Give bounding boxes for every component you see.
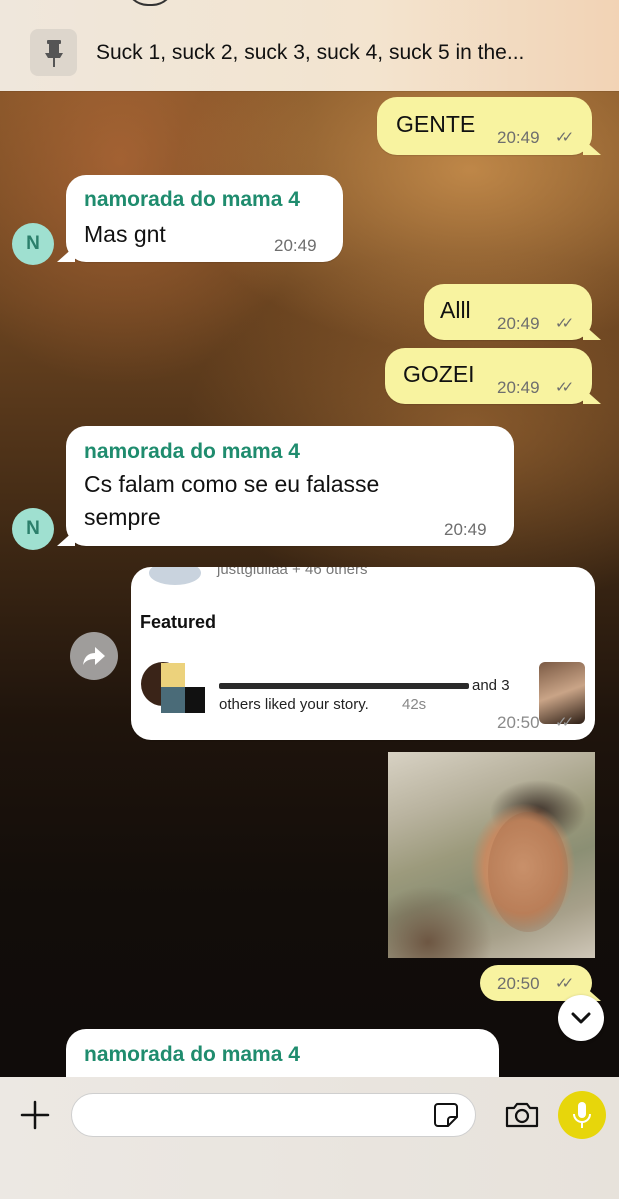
camera-button[interactable]: [503, 1098, 541, 1132]
message-text: Alll: [440, 297, 471, 323]
message-time: 20:49: [497, 128, 540, 147]
double-check-icon: ✓✓: [555, 315, 574, 332]
shared-notification-line-2: others liked your story.: [219, 696, 369, 713]
pushpin-icon: [30, 29, 77, 76]
message-time: 20:49: [497, 378, 540, 397]
forward-button[interactable]: [70, 632, 118, 680]
shared-section-title: Featured: [140, 612, 217, 632]
double-check-icon: ✓✓: [555, 714, 574, 731]
message-time: 20:50: [497, 713, 540, 732]
shared-avatar-tile-1: [161, 663, 185, 687]
scroll-to-bottom-button[interactable]: [558, 995, 604, 1041]
outgoing-message-bubble[interactable]: Alll 20:49 ✓✓: [424, 284, 601, 340]
message-time: 20:49: [497, 314, 540, 333]
message-time: 20:50: [497, 974, 540, 993]
shared-notification-age: 42s: [402, 696, 427, 713]
photo-subject: [488, 812, 568, 932]
shared-notification-line-1: and 3: [472, 677, 510, 694]
shared-likes-text: justtgiuliaa + 46 others: [217, 567, 368, 578]
avatar-initial: N: [26, 518, 40, 539]
redacted-username-bar: [219, 683, 469, 689]
incoming-message-bubble[interactable]: namorada do mama 4 Cs falam como se eu f…: [57, 426, 514, 546]
avatar-initial: N: [26, 233, 40, 254]
message-text: Mas gnt: [84, 221, 166, 247]
incoming-message-bubble[interactable]: namorada do mama 4 Mas gnt 20:49: [57, 175, 343, 262]
shared-screenshot-bubble[interactable]: justtgiuliaa + 46 others Featured and 3 …: [131, 567, 595, 740]
message-text-line-2: sempre: [84, 504, 161, 530]
sticker-button[interactable]: [430, 1099, 462, 1131]
shared-avatars: [149, 567, 201, 585]
sender-avatar[interactable]: N: [12, 508, 54, 550]
message-time: 20:49: [274, 236, 317, 255]
sender-name: namorada do mama 4: [84, 440, 300, 463]
double-check-icon: ✓✓: [555, 129, 574, 146]
add-attachment-button[interactable]: [18, 1098, 52, 1132]
message-time: 20:49: [444, 520, 487, 539]
sender-name: namorada do mama 4: [84, 1043, 300, 1066]
message-input[interactable]: [71, 1093, 476, 1137]
pinned-message-text: Suck 1, suck 2, suck 3, suck 4, suck 5 i…: [96, 41, 525, 64]
sticker-icon: [434, 1103, 458, 1127]
outgoing-message-bubble[interactable]: GOZEI 20:49 ✓✓: [385, 348, 601, 404]
outgoing-message-bubble[interactable]: GENTE 20:49 ✓✓: [377, 97, 601, 155]
outgoing-photo-message[interactable]: [388, 752, 595, 958]
double-check-icon: ✓✓: [555, 975, 574, 992]
message-text-line-1: Cs falam como se eu falasse: [84, 471, 380, 497]
pinned-message-bar[interactable]: Suck 1, suck 2, suck 3, suck 4, suck 5 i…: [0, 0, 619, 91]
sender-avatar[interactable]: N: [12, 223, 54, 265]
voice-message-button[interactable]: [558, 1091, 606, 1139]
top-notch-fragment: [125, 0, 175, 6]
sender-name: namorada do mama 4: [84, 188, 300, 211]
double-check-icon: ✓✓: [555, 379, 574, 396]
chevron-down-icon: [571, 1012, 591, 1024]
message-text: GOZEI: [403, 361, 475, 387]
microphone-icon: [573, 1102, 591, 1128]
camera-icon: [505, 1102, 539, 1128]
message-text: GENTE: [396, 111, 476, 137]
forward-arrow-icon: [83, 647, 105, 665]
shared-avatar-tile-2: [161, 687, 185, 713]
plus-icon: [20, 1100, 50, 1130]
shared-avatar-tile-3: [185, 687, 205, 713]
